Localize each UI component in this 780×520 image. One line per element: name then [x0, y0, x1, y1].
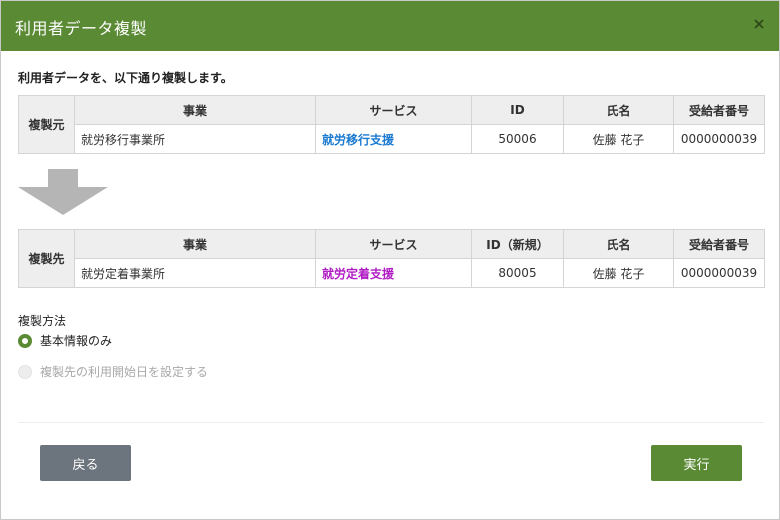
target-id: 80005 — [471, 258, 564, 288]
header-id-new: ID（新規） — [471, 229, 564, 259]
source-business: 就労移行事業所 — [74, 124, 316, 154]
header-recipient-no: 受給者番号 — [673, 95, 765, 125]
dialog-titlebar: 利用者データ複製 — [1, 1, 779, 51]
source-service-link[interactable]: 就労移行支援 — [322, 133, 394, 147]
run-button[interactable]: 実行 — [651, 445, 742, 481]
radio-disabled-icon[interactable] — [18, 364, 32, 379]
close-icon[interactable] — [751, 16, 767, 32]
back-button[interactable]: 戻る — [40, 445, 131, 481]
target-service: 就労定着支援 — [315, 258, 472, 288]
arrow-down-icon — [18, 169, 108, 215]
footer-divider — [18, 422, 764, 423]
source-header-row: 複製元 事業 サービス ID 氏名 受給者番号 — [18, 95, 765, 154]
source-table: 複製元 事業 サービス ID 氏名 受給者番号 就労移行事業所 就労移行支援 5… — [18, 95, 765, 154]
header-business: 事業 — [74, 95, 316, 125]
target-header-row: 複製先 事業 サービス ID（新規） 氏名 受給者番号 — [18, 229, 765, 288]
header-recipient-no: 受給者番号 — [673, 229, 765, 259]
target-business: 就労定着事業所 — [74, 258, 316, 288]
radio-checked-icon[interactable] — [18, 333, 32, 348]
target-row-label: 複製先 — [18, 229, 75, 288]
target-recipient-no: 0000000039 — [673, 258, 765, 288]
radio-set-start-date[interactable]: 複製先の利用開始日を設定する — [18, 363, 208, 380]
header-id: ID — [471, 95, 564, 125]
instruction-text: 利用者データを、以下通り複製します。 — [18, 71, 233, 85]
table-row: 就労定着事業所 就労定着支援 80005 佐藤 花子 0000000039 — [19, 258, 765, 288]
method-label: 複製方法 — [18, 314, 67, 328]
source-row-label: 複製元 — [18, 95, 75, 154]
target-table: 複製先 事業 サービス ID（新規） 氏名 受給者番号 就労定着事業所 就労定着… — [18, 229, 765, 288]
radio-label: 基本情報のみ — [40, 334, 113, 348]
source-recipient-no: 0000000039 — [673, 124, 765, 154]
header-business: 事業 — [74, 229, 316, 259]
source-service: 就労移行支援 — [315, 124, 472, 154]
target-name: 佐藤 花子 — [563, 258, 674, 288]
source-id: 50006 — [471, 124, 564, 154]
radio-label: 複製先の利用開始日を設定する — [40, 365, 209, 379]
header-name: 氏名 — [563, 95, 674, 125]
source-name: 佐藤 花子 — [563, 124, 674, 154]
table-row: 就労移行事業所 就労移行支援 50006 佐藤 花子 0000000039 — [19, 124, 765, 154]
copy-dialog: 利用者データ複製 利用者データを、以下通り複製します。 複製元 事業 サービス … — [0, 0, 780, 520]
header-service: サービス — [315, 229, 472, 259]
header-name: 氏名 — [563, 229, 674, 259]
header-service: サービス — [315, 95, 472, 125]
radio-basic-info-only[interactable]: 基本情報のみ — [18, 332, 112, 349]
target-service-link[interactable]: 就労定着支援 — [322, 267, 394, 281]
dialog-title: 利用者データ複製 — [15, 19, 148, 38]
